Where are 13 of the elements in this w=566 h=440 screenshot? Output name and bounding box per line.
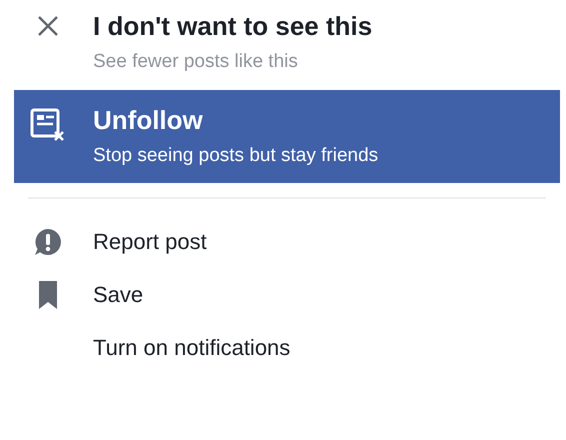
menu-item[interactable]: I don't want to see this See fewer posts like this [14, 0, 560, 90]
unfollow-icon [30, 108, 66, 142]
menu-item-description: Stop seeing posts but stay friends [93, 144, 380, 168]
close-icon [36, 14, 60, 38]
menu-item-title: Unfollow [93, 104, 204, 136]
menu-item-title: I don't want to see this [93, 10, 374, 42]
menu-item[interactable]: Turn on notifications [14, 321, 560, 374]
menu-item[interactable]: Unfollow Stop seeing posts but stay friends [14, 90, 560, 183]
menu-item[interactable]: Report post [14, 215, 560, 268]
menu-item[interactable]: Save [14, 268, 560, 321]
bookmark-icon [38, 280, 58, 310]
menu-item-description: See fewer posts like this [93, 50, 299, 74]
report-icon [32, 226, 62, 256]
